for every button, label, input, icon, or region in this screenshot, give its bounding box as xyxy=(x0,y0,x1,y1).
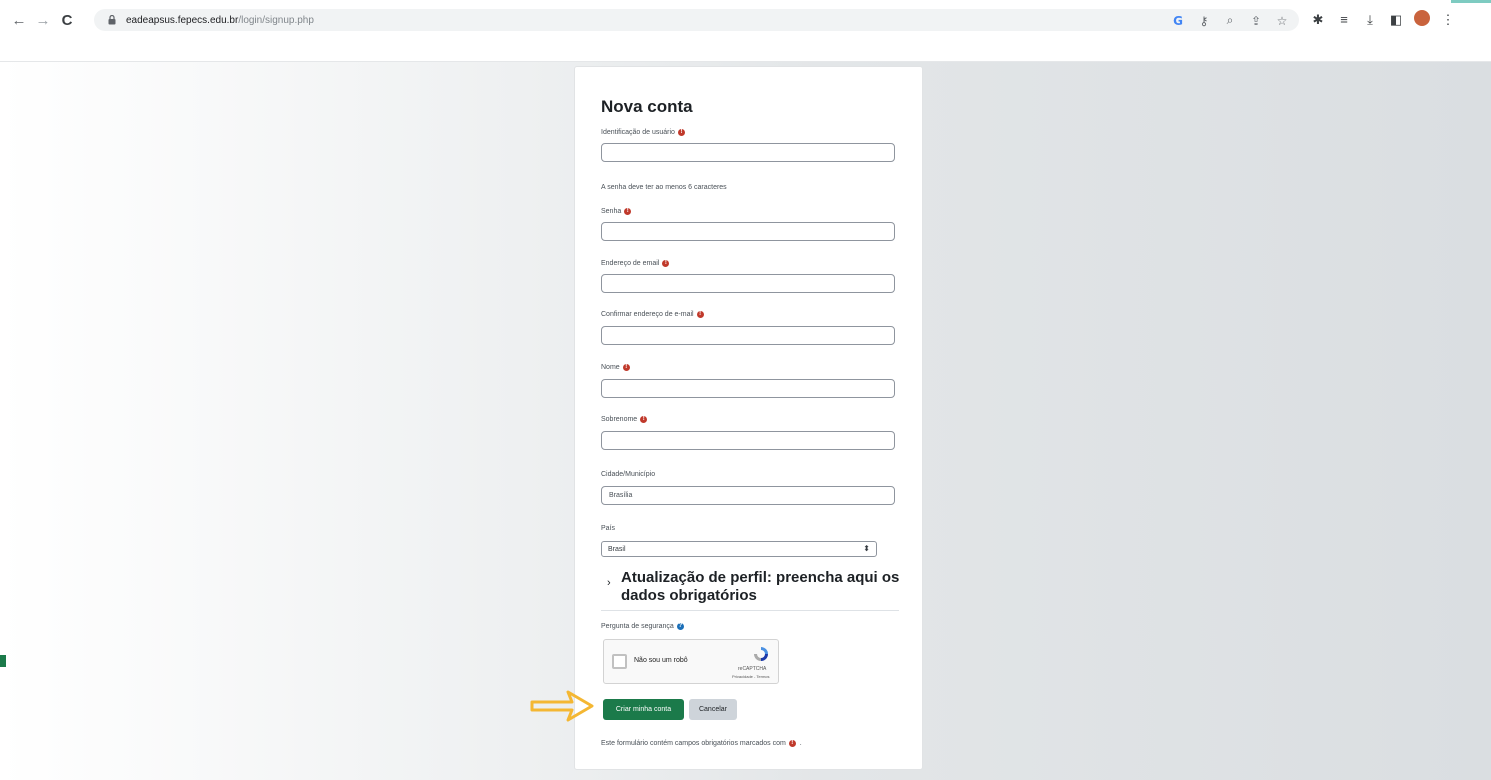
required-icon: ! xyxy=(622,364,630,371)
required-icon: ! xyxy=(640,416,648,423)
recaptcha-text: Não sou um robô xyxy=(634,657,688,664)
password-input[interactable] xyxy=(601,222,895,241)
username-label: Identificação de usuário! xyxy=(601,129,685,136)
password-label: Senha! xyxy=(601,208,632,215)
reload-icon[interactable]: C xyxy=(56,9,78,31)
address-bar[interactable]: eadeapsus.fepecs.edu.br/login/signup.php… xyxy=(94,9,1299,31)
recaptcha-logo-icon xyxy=(754,647,768,661)
cancel-button[interactable]: Cancelar xyxy=(689,699,737,720)
signup-card: Nova conta Identificação de usuário! A s… xyxy=(574,66,923,770)
profile-section-title: Atualização de perfil: preencha aqui os … xyxy=(621,569,899,605)
profile-avatar-icon[interactable] xyxy=(1414,10,1430,29)
recaptcha-brand: reCAPTCHA xyxy=(738,666,767,672)
lock-icon xyxy=(106,14,118,26)
section-divider xyxy=(601,610,899,611)
corner-accent xyxy=(1451,0,1491,3)
required-icon: ! xyxy=(696,311,704,318)
username-label-text: Identificação de usuário xyxy=(601,129,675,136)
required-note-text: Este formulário contém campos obrigatóri… xyxy=(601,740,786,747)
forward-arrow-icon[interactable]: → xyxy=(32,9,54,31)
recaptcha-widget: Não sou um robô reCAPTCHA Privacidade - … xyxy=(603,639,779,684)
url-host: eadeapsus.fepecs.edu.br xyxy=(126,14,239,26)
page-title: Nova conta xyxy=(601,97,693,116)
security-label-text: Pergunta de segurança xyxy=(601,623,674,630)
firstname-label: Nome! xyxy=(601,364,630,371)
side-panel-icon[interactable]: ◧ xyxy=(1388,12,1404,28)
required-icon: ! xyxy=(662,260,670,267)
required-icon: ! xyxy=(624,208,632,215)
lastname-label: Sobrenome! xyxy=(601,416,648,423)
security-label: Pergunta de segurança? xyxy=(601,623,684,630)
download-icon[interactable]: ⤓ xyxy=(1362,12,1378,28)
country-label: País xyxy=(601,525,615,532)
pointer-arrow-icon xyxy=(530,690,594,722)
required-icon: ! xyxy=(788,740,796,747)
google-icon[interactable]: G xyxy=(1171,14,1185,28)
help-icon[interactable]: ? xyxy=(676,623,684,630)
city-label: Cidade/Município xyxy=(601,471,655,478)
email-confirm-label-text: Confirmar endereço de e-mail xyxy=(601,311,694,318)
lastname-input[interactable] xyxy=(601,431,895,450)
recaptcha-terms[interactable]: Privacidade - Termos xyxy=(732,674,770,679)
omnibox-actions: G ⚷ ⌕ ⇪ ☆ xyxy=(1171,13,1289,28)
select-caret-icon: ⬍ xyxy=(863,544,870,553)
key-icon[interactable]: ⚷ xyxy=(1197,14,1211,28)
profile-section-toggle[interactable]: › Atualização de perfil: preencha aqui o… xyxy=(601,569,901,605)
email-confirm-label: Confirmar endereço de e-mail! xyxy=(601,311,704,318)
city-value: Brasília xyxy=(609,492,633,499)
country-label-text: País xyxy=(601,525,616,532)
password-label-text: Senha xyxy=(601,208,622,215)
email-label-text: Endereço de email xyxy=(601,260,660,267)
create-account-button[interactable]: Criar minha conta xyxy=(603,699,684,720)
country-select[interactable]: Brasil ⬍ xyxy=(601,541,877,557)
chevron-right-icon: › xyxy=(607,577,611,589)
email-input[interactable] xyxy=(601,274,895,293)
profile-section-title-line2: dados obrigatórios xyxy=(621,587,757,604)
required-fields-note: Este formulário contém campos obrigatóri… xyxy=(601,740,802,747)
country-value: Brasil xyxy=(608,545,626,553)
browser-toolbar: ← → C eadeapsus.fepecs.edu.br/login/sign… xyxy=(0,0,1491,40)
back-arrow-icon[interactable]: ← xyxy=(8,9,30,31)
firstname-input[interactable] xyxy=(601,379,895,398)
username-input[interactable] xyxy=(601,143,895,162)
password-note: A senha deve ter ao menos 6 caracteres xyxy=(601,184,727,191)
required-icon: ! xyxy=(677,129,685,136)
share-icon[interactable]: ⇪ xyxy=(1249,14,1263,28)
city-input[interactable]: Brasília xyxy=(601,486,895,505)
page-background: Nova conta Identificação de usuário! A s… xyxy=(0,62,1491,780)
zoom-icon[interactable]: ⌕ xyxy=(1223,13,1237,28)
lastname-label-text: Sobrenome xyxy=(601,416,638,423)
bookmarks-bar xyxy=(0,40,1491,62)
url-path: /login/signup.php xyxy=(238,14,314,26)
recaptcha-checkbox[interactable] xyxy=(612,654,627,669)
profile-section-title-line1: Atualização de perfil: preencha aqui os xyxy=(621,569,900,586)
menu-kebab-icon[interactable]: ⋮ xyxy=(1440,12,1456,28)
extensions-puzzle-icon[interactable]: ✱ xyxy=(1310,12,1326,28)
reading-list-icon[interactable]: ≡ xyxy=(1336,12,1352,27)
left-edge-mark xyxy=(0,655,6,667)
city-label-text: Cidade/Município xyxy=(601,471,656,478)
extension-icons: ✱ ≡ ⤓ ◧ ⋮ xyxy=(1310,10,1456,29)
email-confirm-input[interactable] xyxy=(601,326,895,345)
star-icon[interactable]: ☆ xyxy=(1275,14,1289,28)
url-text: eadeapsus.fepecs.edu.br/login/signup.php xyxy=(126,15,314,26)
firstname-label-text: Nome xyxy=(601,364,620,371)
email-label: Endereço de email! xyxy=(601,260,670,267)
